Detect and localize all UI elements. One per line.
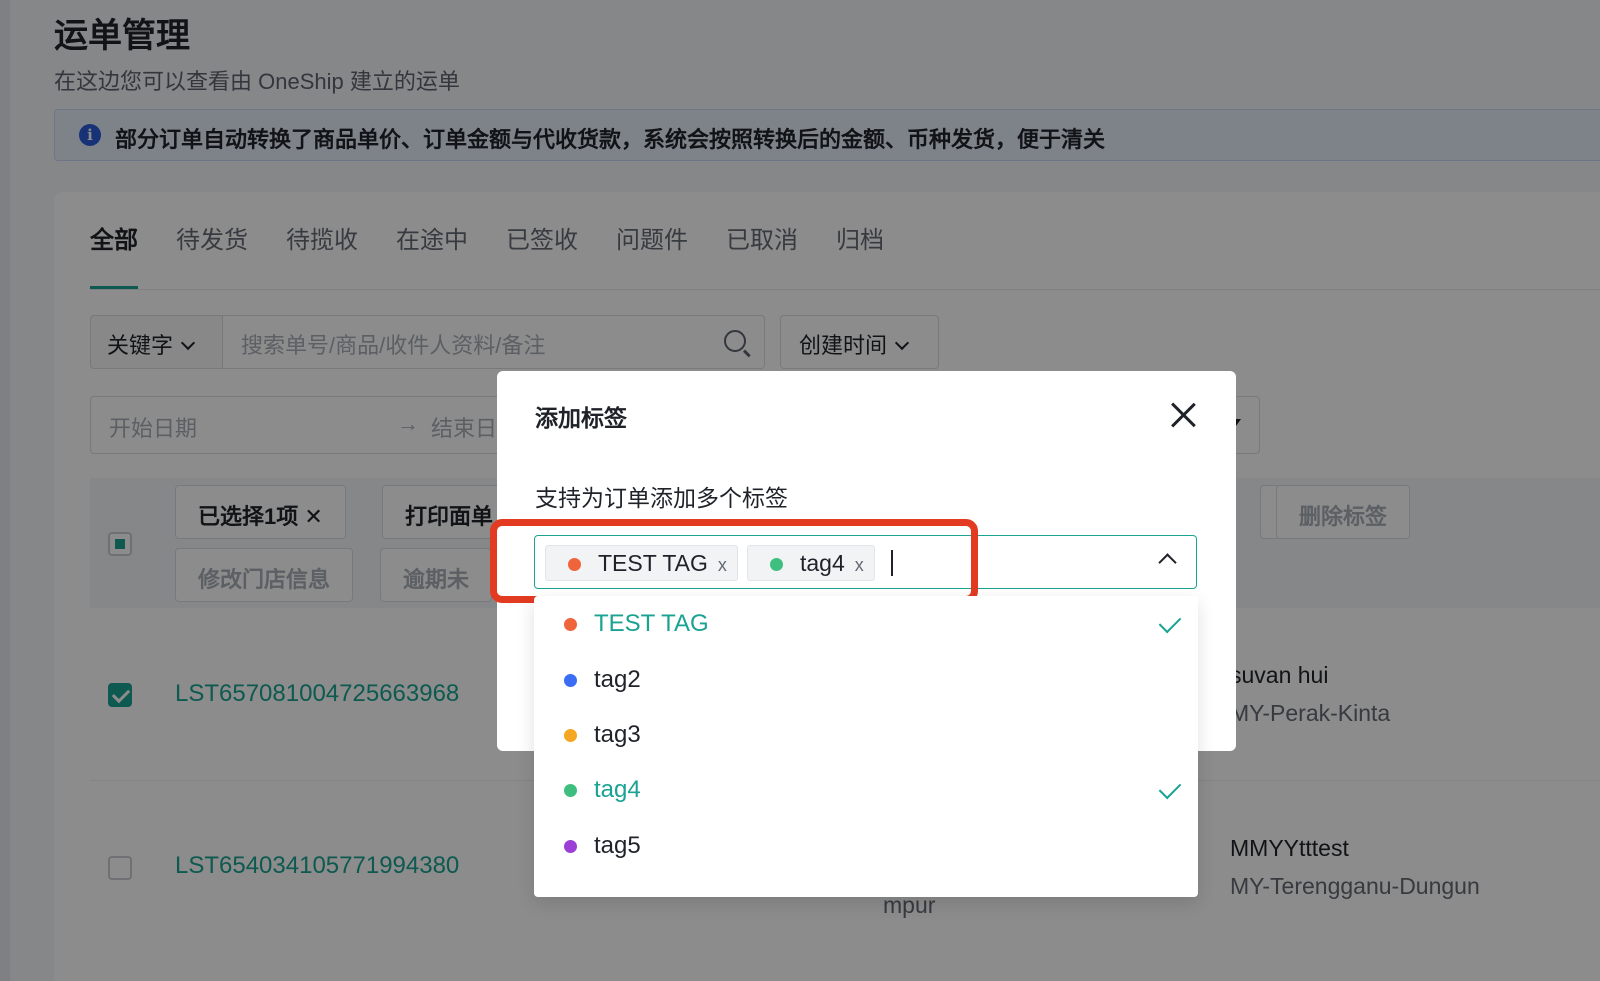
tag-option-label: tag4 xyxy=(594,776,641,803)
tag-dropdown: TEST TAG tag2 tag3 tag4 tag5 xyxy=(534,596,1198,897)
check-icon xyxy=(1158,610,1182,634)
tag-color-dot xyxy=(564,674,577,687)
tag-color-dot xyxy=(564,840,577,853)
tag-option[interactable]: tag2 xyxy=(534,652,1198,708)
tag-color-dot xyxy=(564,784,577,797)
tag-option-label: tag3 xyxy=(594,721,641,748)
tag-option[interactable]: tag3 xyxy=(534,707,1198,763)
tag-option[interactable]: tag4 xyxy=(534,762,1198,818)
tag-option-label: tag2 xyxy=(594,666,641,693)
tag-option[interactable]: tag5 xyxy=(534,818,1198,874)
check-icon xyxy=(1158,776,1182,800)
modal-title: 添加标签 xyxy=(535,405,627,431)
tag-option[interactable]: TEST TAG xyxy=(534,596,1198,652)
tag-option-label: tag5 xyxy=(594,832,641,859)
highlight-annotation xyxy=(490,519,978,603)
tag-color-dot xyxy=(564,618,577,631)
tag-field-label: 支持为订单添加多个标签 xyxy=(535,485,788,511)
close-icon[interactable] xyxy=(1170,401,1198,429)
tag-option-label: TEST TAG xyxy=(594,610,709,637)
tag-color-dot xyxy=(564,729,577,742)
chevron-up-icon[interactable] xyxy=(1158,553,1177,572)
